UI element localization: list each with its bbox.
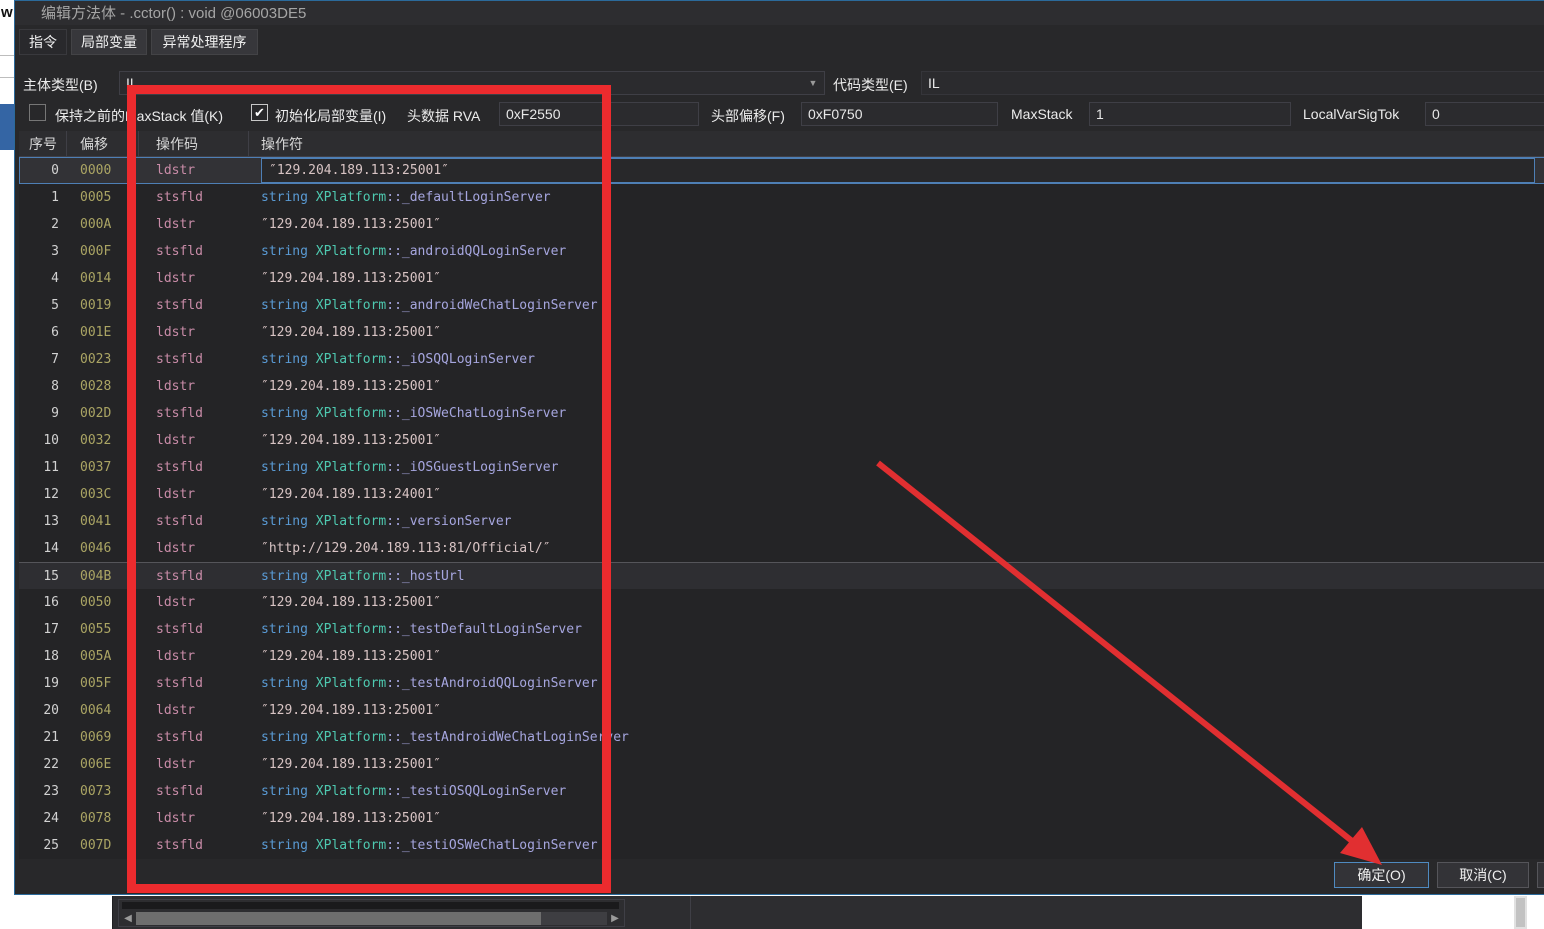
code-type-input[interactable]: IL <box>921 71 1544 95</box>
tab-bar: 指令 局部变量 异常处理程序 <box>15 27 1544 57</box>
cell-index: 4 <box>19 271 67 286</box>
background-window-text: w <box>1 4 13 21</box>
vertical-scrollbar-thumb[interactable] <box>1516 898 1525 927</box>
cell-index: 2 <box>19 217 67 232</box>
horizontal-scrollbar[interactable]: ◀ ▶ <box>120 911 623 925</box>
cell-index: 12 <box>19 487 67 502</box>
chevron-down-icon[interactable]: ▼ <box>804 74 822 92</box>
cell-index: 19 <box>19 676 67 691</box>
code-type-label: 代码类型(E) <box>833 75 908 95</box>
cell-index: 14 <box>19 541 67 556</box>
cell-index: 17 <box>19 622 67 637</box>
cell-index: 23 <box>19 784 67 799</box>
scrollbar-thumb[interactable] <box>136 912 541 925</box>
background-selected-item <box>0 104 14 150</box>
cell-index: 6 <box>19 325 67 340</box>
dialog-title: 编辑方法体 - .cctor() : void @06003DE5 <box>41 2 306 23</box>
background-divider <box>0 77 14 78</box>
tab-local-variables[interactable]: 局部变量 <box>71 29 147 55</box>
body-type-label: 主体类型(B) <box>23 75 98 95</box>
cell-index: 7 <box>19 352 67 367</box>
ok-button[interactable]: 确定(O) <box>1334 862 1429 888</box>
cell-index: 9 <box>19 406 67 421</box>
cell-index: 24 <box>19 811 67 826</box>
cell-index: 20 <box>19 703 67 718</box>
partial-button[interactable] <box>1537 862 1544 888</box>
cell-index: 18 <box>19 649 67 664</box>
header-offset-label: 头部偏移(F) <box>711 106 785 126</box>
cell-index: 15 <box>19 569 67 584</box>
keep-maxstack-checkbox[interactable] <box>29 104 46 121</box>
cell-index: 10 <box>19 433 67 448</box>
dialog-title-bar[interactable]: 编辑方法体 - .cctor() : void @06003DE5 <box>15 1 1544 25</box>
cell-index: 5 <box>19 298 67 313</box>
cell-index: 3 <box>19 244 67 259</box>
scrollbar-track[interactable] <box>136 912 607 925</box>
background-window-left-strip: w <box>0 0 14 929</box>
localvarsigtok-input[interactable]: 0 <box>1425 102 1544 126</box>
cancel-button[interactable]: 取消(C) <box>1437 862 1529 888</box>
cell-index: 1 <box>19 190 67 205</box>
horizontal-scrollbar-groove <box>122 902 619 909</box>
annotation-rectangle <box>127 85 611 893</box>
maxstack-label: MaxStack <box>1011 106 1072 122</box>
cell-index: 8 <box>19 379 67 394</box>
background-divider <box>0 55 14 56</box>
maxstack-input[interactable]: 1 <box>1089 102 1291 126</box>
cell-index: 16 <box>19 595 67 610</box>
cell-index: 22 <box>19 757 67 772</box>
cell-index: 0 <box>19 163 67 178</box>
tab-instructions[interactable]: 指令 <box>19 29 67 55</box>
scroll-right-icon[interactable]: ▶ <box>607 913 623 924</box>
cell-index: 21 <box>19 730 67 745</box>
column-header-index[interactable]: 序号 <box>19 131 67 156</box>
cell-index: 13 <box>19 514 67 529</box>
header-offset-input[interactable]: 0xF0750 <box>801 102 998 126</box>
tab-exception-handlers[interactable]: 异常处理程序 <box>151 29 258 55</box>
scroll-left-icon[interactable]: ◀ <box>120 913 136 924</box>
background-panel-divider <box>690 896 691 929</box>
cell-index: 11 <box>19 460 67 475</box>
localvarsigtok-label: LocalVarSigTok <box>1303 106 1399 122</box>
cell-index: 25 <box>19 838 67 853</box>
